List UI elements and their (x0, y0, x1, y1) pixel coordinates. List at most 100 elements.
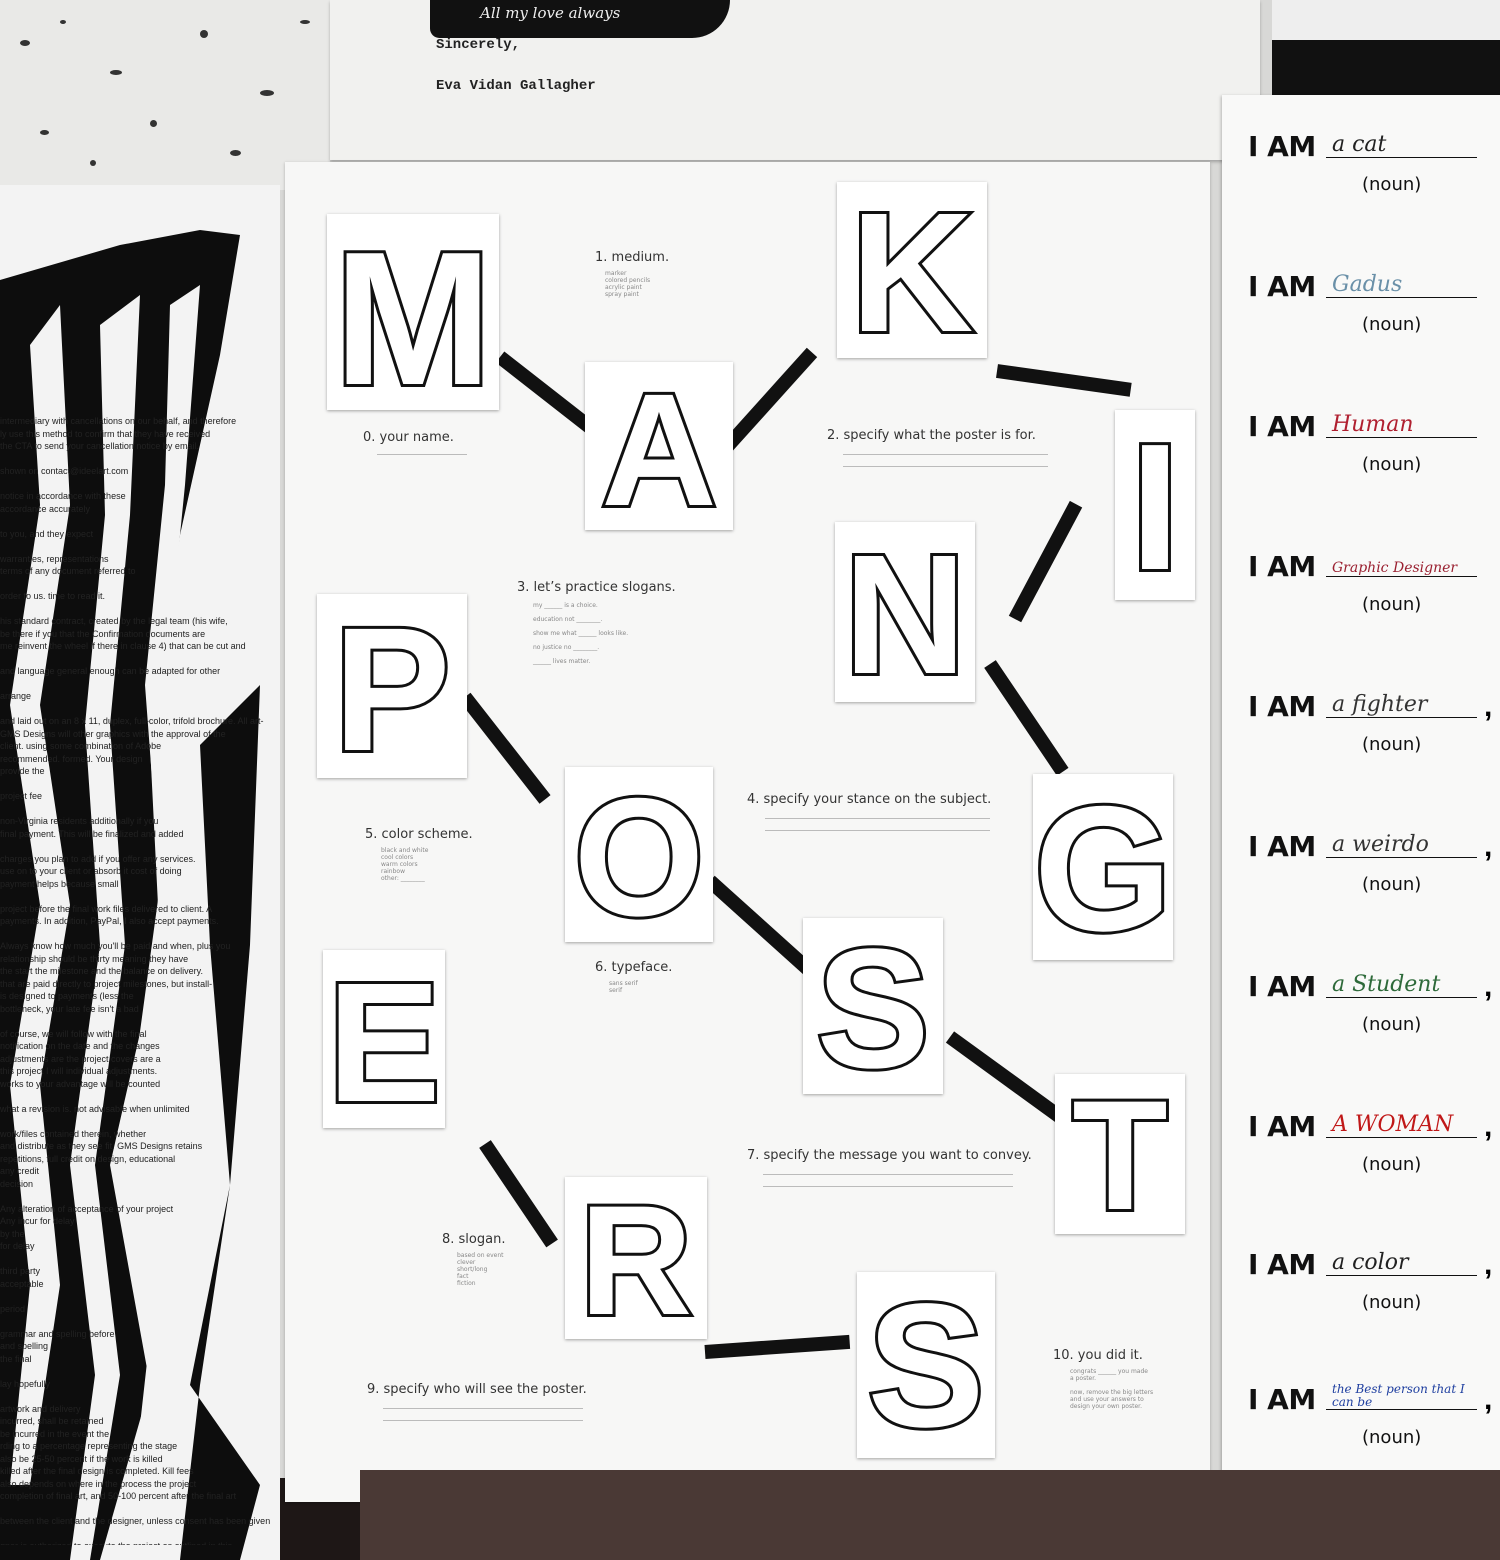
step-5-label: 5. color scheme. (365, 827, 473, 842)
step-7-label: 7. specify the message you want to conve… (747, 1148, 1032, 1163)
noun-label: (noun) (1362, 1292, 1422, 1313)
letter-paper: All my love always Sincerely, Eva Vidan … (330, 0, 1260, 160)
noun-label: (noun) (1362, 1427, 1422, 1448)
connector-bar-r-s (704, 1334, 851, 1359)
big-letter: O (571, 763, 708, 951)
i-am-prefix: I AM (1248, 970, 1316, 1003)
noun-label: (noun) (1362, 1014, 1422, 1035)
big-letter: N (841, 520, 970, 710)
letter-cutout-n: N (835, 520, 975, 710)
noun-label: (noun) (1362, 174, 1422, 195)
big-letter: T (1069, 1069, 1170, 1243)
i-am-answer: a Student (1326, 972, 1477, 998)
letter-cutout-p: P (317, 592, 467, 788)
i-am-sheet: I AM a cat (noun) I AM Gadus (noun) I AM Human (… (1222, 95, 1500, 1475)
done-instructions: congrats ______ you made a poster. now, … (1070, 1368, 1154, 1410)
letter-cutout-e: E (323, 948, 445, 1138)
connector-bar-s-t (945, 1031, 1064, 1123)
answer-line (763, 1186, 1013, 1187)
comma-mark: , (1484, 1248, 1493, 1281)
speckled-wall-photo (0, 0, 330, 190)
letter-cutout-k: K (837, 178, 987, 368)
comma-mark: , (1484, 1110, 1493, 1143)
step-10-label: 10. you did it. (1053, 1348, 1143, 1363)
big-letter: S (813, 914, 932, 1104)
big-letter: E (324, 948, 443, 1138)
i-am-prefix: I AM (1248, 1383, 1316, 1416)
i-am-answer: a weirdo (1326, 832, 1477, 858)
step-6-label: 6. typeface. (595, 960, 673, 975)
noun-label: (noun) (1362, 734, 1422, 755)
connector-bar-i-n (1008, 500, 1083, 623)
torn-paper-corner (1272, 0, 1500, 95)
letter-cutout-t: T (1055, 1069, 1185, 1243)
i-am-prefix: I AM (1248, 270, 1316, 303)
step-3-label: 3. let’s practice slogans. (517, 580, 676, 595)
medium-options: marker colored pencils acrylic paint spr… (605, 270, 651, 298)
letter-cutout-i: I (1115, 407, 1195, 608)
noun-label: (noun) (1362, 314, 1422, 335)
big-letter: A (598, 360, 720, 539)
i-am-answer: Gadus (1326, 272, 1477, 298)
big-letter: P (330, 592, 453, 788)
letter-cutout-s: S (803, 914, 943, 1104)
big-letter: R (577, 1174, 696, 1348)
answer-line (763, 1174, 1013, 1175)
answer-line (843, 466, 1048, 467)
answer-line (377, 454, 467, 455)
i-am-prefix: I AM (1248, 830, 1316, 863)
i-am-answer: the Best person that I can be (1326, 1375, 1477, 1410)
letter-signature: Eva Vidan Gallagher (436, 78, 596, 94)
letter-cutout-o: O (565, 763, 713, 951)
letter-cutout-a: A (585, 360, 733, 539)
big-letter: I (1127, 407, 1183, 608)
color-options: black and white cool colors warm colors … (381, 847, 429, 882)
zebra-poster-body-text: intermediary with cancellations on our b… (0, 416, 271, 1545)
answer-line (383, 1408, 583, 1409)
big-letter: M (331, 213, 495, 425)
wooden-shelf (360, 1470, 1500, 1560)
i-am-answer: a color (1326, 1250, 1477, 1276)
i-am-answer: A WOMAN (1326, 1112, 1477, 1138)
noun-label: (noun) (1362, 454, 1422, 475)
comma-mark: , (1484, 690, 1493, 723)
answer-line (765, 830, 990, 831)
connector-bar-n-g (984, 660, 1069, 776)
i-am-prefix: I AM (1248, 410, 1316, 443)
making-posters-worksheet: M A K I N G P O S T E R S 0. your name. … (285, 162, 1210, 1502)
step-0-label: 0. your name. (363, 430, 454, 445)
i-am-prefix: I AM (1248, 690, 1316, 723)
i-am-prefix: I AM (1248, 550, 1316, 583)
connector-bar-k-i (996, 364, 1132, 397)
i-am-answer: Human (1326, 412, 1477, 438)
i-am-answer: Graphic Designer (1326, 552, 1477, 577)
step-4-label: 4. specify your stance on the subject. (747, 792, 992, 807)
step-8-label: 8. slogan. (442, 1232, 506, 1247)
big-letter: K (848, 178, 977, 368)
letter-script-line: All my love always (480, 4, 621, 22)
letter-cutout-g: G (1031, 774, 1175, 961)
i-am-prefix: I AM (1248, 1248, 1316, 1281)
zebra-stripe-poster: intermediary with cancellations on our b… (0, 185, 280, 1560)
i-am-answer: a fighter (1326, 692, 1477, 718)
slogan-practice: my ______ is a choice. education not ___… (533, 602, 629, 665)
letter-cutout-s-final: S (857, 1272, 995, 1458)
big-letter: S (864, 1268, 987, 1464)
connector-bar-o-s (705, 875, 816, 977)
i-am-prefix: I AM (1248, 130, 1316, 163)
answer-line (843, 454, 1048, 455)
comma-mark: , (1484, 830, 1493, 863)
step-1-label: 1. medium. (595, 250, 670, 265)
connector-bar-p-o (459, 692, 551, 804)
noun-label: (noun) (1362, 594, 1422, 615)
comma-mark: , (1484, 970, 1493, 1003)
slogan-options: based on event clever short/long fact fi… (457, 1252, 504, 1287)
noun-label: (noun) (1362, 874, 1422, 895)
step-9-label: 9. specify who will see the poster. (367, 1382, 587, 1397)
step-2-label: 2. specify what the poster is for. (827, 428, 1036, 443)
connector-bar-a-k (719, 347, 818, 454)
comma-mark: , (1484, 1383, 1493, 1416)
answer-line (383, 1420, 583, 1421)
i-am-prefix: I AM (1248, 1110, 1316, 1143)
letter-cutout-r: R (565, 1174, 707, 1348)
